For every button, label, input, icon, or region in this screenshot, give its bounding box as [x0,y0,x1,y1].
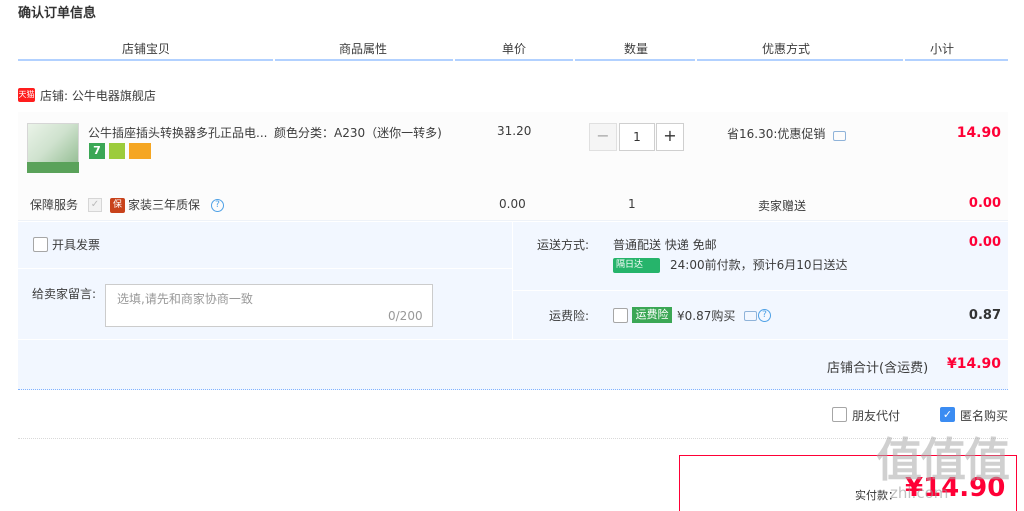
seller-message-label: 给卖家留言: [32,287,97,301]
panel-divider [18,268,513,269]
insurance-checkbox[interactable] [613,308,628,323]
insurance-badge: 运费险 [632,307,672,323]
shop-total: ¥14.90 [946,356,1001,372]
header-underline [455,59,573,61]
anonymous-purchase-checkbox[interactable]: ✓ [940,407,955,422]
header-underline [275,59,453,61]
service-label: 保障服务 [30,198,79,212]
credit-card-icon [129,143,151,159]
column-header-discount: 优惠方式 [761,42,810,56]
panel-divider [512,222,513,339]
unit-price: 31.20 [497,124,532,138]
page-title: 确认订单信息 [18,6,97,21]
product-title-link[interactable]: 公牛插座插头转换器多孔正品电... [88,124,270,141]
shop-total-label: 店铺合计(含运费) [827,361,929,376]
promotion-comment-icon[interactable] [833,131,846,141]
panel-divider [513,290,1008,291]
invoice-checkbox[interactable] [33,237,48,252]
insurance-price: ¥0.87购买 [677,309,736,323]
service-checkbox: ✓ [88,198,102,212]
shipping-label: 运送方式: [537,238,590,252]
service-price: 0.00 [499,197,526,211]
header-underline [18,59,273,61]
tmall-icon: 天猫 [18,88,35,102]
panel-divider [18,339,1008,340]
warranty-icon: 保 [110,198,125,213]
column-header-unit-price: 单价 [501,42,526,56]
promotion-text: 省16.30:优惠促销 [727,127,826,141]
product-thumbnail-strip [27,162,79,173]
header-underline [697,59,903,61]
watermark-logo: 值值值 [876,433,1010,487]
quantity-increase-button[interactable]: + [656,123,684,151]
header-underline [575,59,695,61]
help-icon[interactable]: ? [211,199,224,212]
insurance-help-icon[interactable]: ? [758,309,771,322]
column-header-quantity: 数量 [623,42,648,56]
insurance-cost: 0.87 [968,308,1001,323]
product-sku: 颜色分类：A230（迷你一转多) [274,126,442,140]
watermark-url: zhi.com [890,484,949,502]
seller-message-counter: 0/200 [388,309,423,323]
header-underline [905,59,1008,61]
column-header-attributes: 商品属性 [338,42,387,56]
section-separator [18,438,1008,439]
seller-message-placeholder: 选填,请先和商家协商一致 [117,292,253,306]
column-header-subtotal: 小计 [929,42,954,56]
next-day-badge: 隔日达 [613,258,660,273]
invoice-label: 开具发票 [52,238,101,252]
service-discount: 卖家赠送 [758,199,807,213]
item-subtotal: 14.90 [956,125,1001,141]
insurance-comment-icon[interactable] [744,311,757,321]
service-name: 家装三年质保 [128,198,201,212]
anonymous-purchase-label: 匿名购买 [960,409,1009,423]
service-subtotal: 0.00 [968,196,1001,211]
quantity-input[interactable]: 1 [619,123,655,151]
friend-pay-checkbox[interactable] [832,407,847,422]
insurance-label: 运费险: [549,309,590,323]
seven-day-return-icon: 7 [89,143,105,159]
shipping-method: 普通配送 快递 免邮 [613,238,717,252]
column-header-item: 店铺宝贝 [121,42,170,56]
service-quantity: 1 [628,197,636,211]
quantity-decrease-button[interactable]: − [589,123,617,151]
shipping-cost: 0.00 [968,235,1001,250]
shop-name[interactable]: 店铺: 公牛电器旗舰店 [40,87,156,104]
delivery-estimate: 24:00前付款，预计6月10日送达 [670,258,848,272]
guarantee-icon [109,143,125,159]
friend-pay-label: 朋友代付 [852,409,901,423]
